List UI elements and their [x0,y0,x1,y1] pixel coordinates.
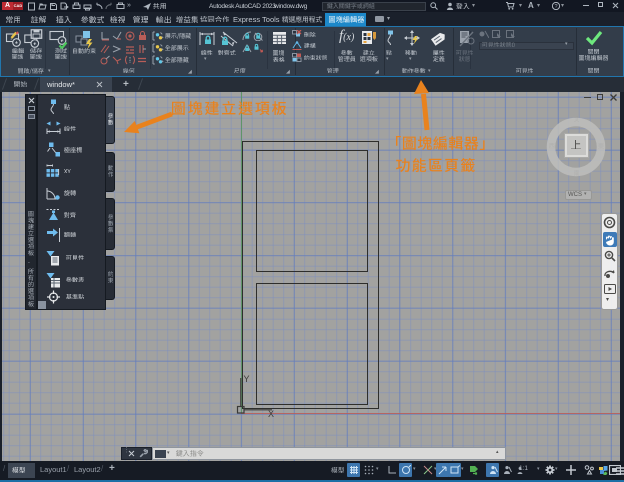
svg-text:Y: Y [244,374,250,384]
svg-text:?: ? [554,4,557,10]
svg-text:X: X [268,409,274,418]
